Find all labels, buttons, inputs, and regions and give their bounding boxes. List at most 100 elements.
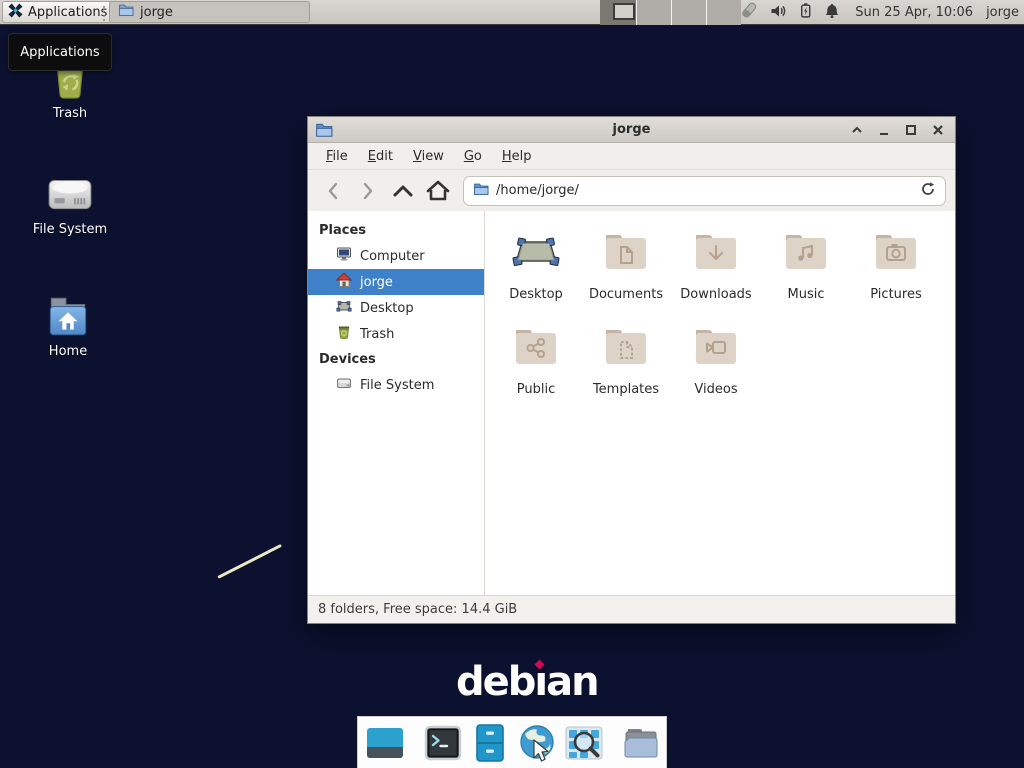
file-item-pictures[interactable]: Pictures bbox=[852, 227, 940, 322]
videos-folder-icon bbox=[692, 322, 740, 370]
sidebar-item-label: Trash bbox=[360, 327, 394, 342]
window-toolbar: /home/jorge/ bbox=[308, 170, 955, 211]
desktop-icon bbox=[336, 298, 352, 318]
show-desktop-icon bbox=[365, 723, 405, 763]
sidebar-item-trash[interactable]: Trash bbox=[308, 321, 484, 347]
minimize-button[interactable] bbox=[877, 123, 891, 137]
file-label: Public bbox=[492, 382, 580, 397]
battery-charging-icon[interactable] bbox=[798, 2, 813, 23]
globe-browser-icon bbox=[517, 723, 557, 763]
file-item-templates[interactable]: Templates bbox=[582, 322, 670, 417]
workspace-switcher[interactable] bbox=[600, 0, 741, 25]
system-tray: Sun 25 Apr, 10:06 jorge bbox=[738, 0, 1019, 25]
maximize-button[interactable] bbox=[904, 123, 918, 137]
file-item-desktop[interactable]: Desktop bbox=[492, 227, 580, 322]
refresh-icon[interactable] bbox=[920, 181, 936, 201]
menu-edit[interactable]: Edit bbox=[358, 145, 403, 168]
computer-icon bbox=[336, 246, 352, 266]
workspace-1[interactable] bbox=[600, 0, 637, 25]
music-folder-icon bbox=[782, 227, 830, 275]
file-label: Templates bbox=[582, 382, 670, 397]
home-folder-icon bbox=[18, 290, 118, 342]
file-item-music[interactable]: Music bbox=[762, 227, 850, 322]
sidebar-item-label: File System bbox=[360, 378, 434, 393]
file-cabinet-icon bbox=[470, 723, 510, 763]
sidebar-item-computer[interactable]: Computer bbox=[308, 243, 484, 269]
close-button[interactable] bbox=[931, 123, 945, 137]
menu-help[interactable]: Help bbox=[492, 145, 542, 168]
sidebar-item-desktop[interactable]: Desktop bbox=[308, 295, 484, 321]
sidebar-header-devices: Devices bbox=[308, 347, 484, 372]
desktop-line-artifact bbox=[217, 544, 282, 579]
home-button[interactable] bbox=[422, 176, 454, 206]
window-titlebar[interactable]: jorge bbox=[308, 117, 955, 143]
file-label: Downloads bbox=[672, 287, 760, 302]
shade-button[interactable] bbox=[850, 123, 864, 137]
status-text: 8 folders, Free space: 14.4 GiB bbox=[318, 602, 517, 617]
hard-drive-icon bbox=[20, 168, 120, 220]
top-panel: Applications jorge bbox=[0, 0, 1024, 25]
file-list: Desktop Documents bbox=[485, 211, 955, 595]
show-desktop-button[interactable] bbox=[365, 723, 405, 763]
desktop-icon-filesystem[interactable]: File System bbox=[20, 168, 120, 237]
sidebar-item-jorge[interactable]: jorge bbox=[308, 269, 484, 295]
menu-view[interactable]: View bbox=[403, 145, 454, 168]
templates-folder-icon bbox=[602, 322, 650, 370]
sidebar-item-label: Desktop bbox=[360, 301, 414, 316]
applications-menu-button[interactable]: Applications bbox=[2, 1, 115, 23]
web-browser-launcher[interactable] bbox=[517, 723, 557, 763]
sidebar-item-label: Computer bbox=[360, 249, 425, 264]
home-icon bbox=[336, 272, 352, 292]
bottom-dock-panel bbox=[357, 716, 667, 768]
terminal-icon bbox=[423, 723, 463, 763]
folder-icon bbox=[473, 181, 489, 201]
panel-grip-handle[interactable] bbox=[101, 4, 107, 26]
file-manager-launcher[interactable] bbox=[470, 723, 510, 763]
file-item-public[interactable]: Public bbox=[492, 322, 580, 417]
app-finder-launcher[interactable] bbox=[564, 723, 604, 763]
file-item-videos[interactable]: Videos bbox=[672, 322, 760, 417]
applications-menu-label: Applications bbox=[28, 5, 107, 20]
menu-file[interactable]: File bbox=[316, 145, 358, 168]
app-finder-icon bbox=[564, 723, 604, 763]
panel-clock[interactable]: Sun 25 Apr, 10:06 bbox=[855, 5, 973, 20]
taskbar-window-button[interactable]: jorge bbox=[109, 1, 310, 23]
notifications-bell-icon[interactable] bbox=[824, 3, 840, 23]
workspace-2[interactable] bbox=[637, 0, 672, 25]
back-button[interactable] bbox=[317, 176, 349, 206]
file-label: Desktop bbox=[492, 287, 580, 302]
file-item-documents[interactable]: Documents bbox=[582, 227, 670, 322]
volume-icon[interactable] bbox=[770, 3, 787, 23]
panel-username[interactable]: jorge bbox=[986, 5, 1019, 20]
folder-menu-icon bbox=[622, 723, 662, 763]
file-label: Documents bbox=[582, 287, 670, 302]
taskbar-window-label: jorge bbox=[140, 5, 173, 20]
desktop-icon-label: Trash bbox=[20, 106, 120, 121]
desktop-icon-label: File System bbox=[20, 222, 120, 237]
up-button[interactable] bbox=[387, 176, 419, 206]
sidebar-header-places: Places bbox=[308, 218, 484, 243]
terminal-launcher[interactable] bbox=[423, 723, 463, 763]
location-bar[interactable]: /home/jorge/ bbox=[463, 176, 946, 206]
applications-tooltip: Applications bbox=[8, 33, 112, 71]
workspace-4[interactable] bbox=[707, 0, 741, 25]
location-path[interactable]: /home/jorge/ bbox=[496, 183, 913, 198]
downloads-folder-icon bbox=[692, 227, 740, 275]
forward-button[interactable] bbox=[352, 176, 384, 206]
window-content: Places Computer bbox=[308, 211, 955, 595]
trash-icon bbox=[336, 324, 352, 344]
file-manager-window: jorge File Edit View Go Help bbox=[307, 116, 956, 624]
sidebar-item-filesystem[interactable]: File System bbox=[308, 372, 484, 398]
debian-wordmark: debıan bbox=[456, 660, 598, 704]
peripheral-icon[interactable] bbox=[738, 1, 759, 25]
file-label: Videos bbox=[672, 382, 760, 397]
folder-menu-launcher[interactable] bbox=[622, 723, 662, 763]
menu-go[interactable]: Go bbox=[454, 145, 492, 168]
places-sidebar: Places Computer bbox=[308, 211, 485, 595]
workspace-3[interactable] bbox=[672, 0, 707, 25]
file-item-downloads[interactable]: Downloads bbox=[672, 227, 760, 322]
desktop-icon-home[interactable]: Home bbox=[18, 290, 118, 359]
tooltip-text: Applications bbox=[20, 45, 99, 60]
xfce-logo-icon bbox=[7, 2, 24, 23]
pictures-folder-icon bbox=[872, 227, 920, 275]
